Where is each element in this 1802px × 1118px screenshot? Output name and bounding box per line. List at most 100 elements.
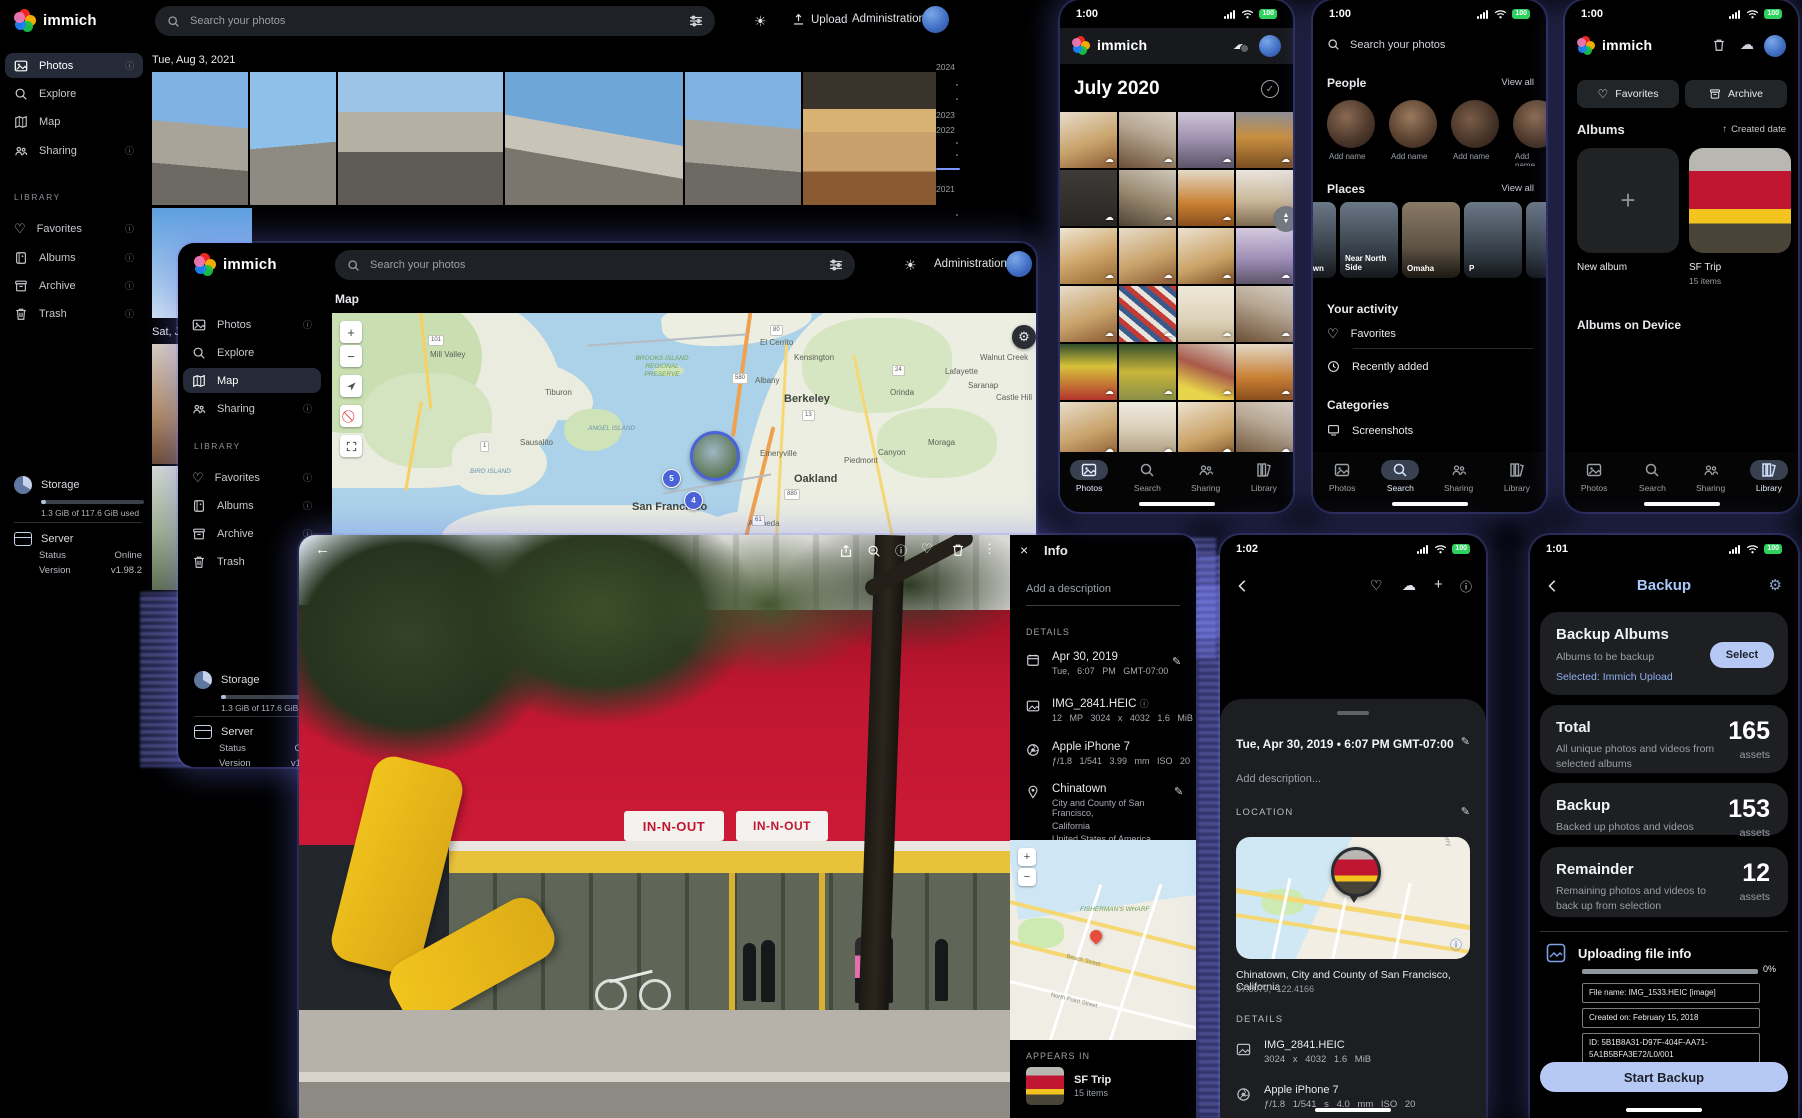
user-avatar[interactable] xyxy=(1764,35,1786,57)
sidebar-item-archive[interactable]: Archiveⓘ xyxy=(5,273,143,298)
start-backup-button[interactable]: Start Backup xyxy=(1540,1062,1788,1092)
more-options-icon[interactable]: ⋮ xyxy=(983,541,996,557)
people-view-all-link[interactable]: View all xyxy=(1501,77,1534,88)
map-zoom-in-button[interactable]: + xyxy=(340,321,362,343)
photo-thumbnail[interactable]: ☁ xyxy=(1178,344,1235,400)
sidebar-item-map[interactable]: Map xyxy=(183,368,321,393)
nav-tab-library[interactable]: Library xyxy=(1750,460,1788,493)
map-locate-button[interactable] xyxy=(340,375,362,397)
photo-thumbnail[interactable]: ☁ xyxy=(1119,402,1176,458)
user-avatar[interactable] xyxy=(922,6,949,33)
administration-link[interactable]: Administration xyxy=(934,258,1007,270)
minimap-zoom-out-button[interactable]: − xyxy=(1018,868,1036,886)
person-face[interactable] xyxy=(1451,100,1499,148)
photo-thumbnail[interactable]: ☁ xyxy=(1060,112,1117,168)
select-button[interactable]: Select xyxy=(1710,642,1774,668)
nav-tab-photos[interactable]: Photos xyxy=(1323,460,1361,493)
person-face[interactable] xyxy=(1389,100,1437,148)
asset-coordinates[interactable]: 37.8079, -122.4166 xyxy=(1236,984,1314,994)
add-name-link[interactable]: Add name xyxy=(1391,152,1427,161)
sidebar-item-trash[interactable]: Trashⓘ xyxy=(5,301,143,326)
photo-thumbnail[interactable] xyxy=(250,72,336,205)
recently-added-row[interactable]: Recently added xyxy=(1327,360,1428,373)
upload-button[interactable]: Upload xyxy=(792,13,847,26)
filter-sliders-icon[interactable] xyxy=(829,259,843,271)
nav-tab-photos[interactable]: Photos xyxy=(1575,460,1613,493)
archive-button[interactable]: Archive xyxy=(1685,80,1787,108)
filter-sliders-icon[interactable] xyxy=(689,15,703,27)
place-tile[interactable]: P xyxy=(1464,202,1522,278)
photo-thumbnail[interactable]: ☁ xyxy=(1236,112,1293,168)
description-input[interactable]: Add description... xyxy=(1236,773,1321,785)
photo-thumbnail[interactable]: ☁ xyxy=(1119,112,1176,168)
info-icon[interactable]: ⓘ xyxy=(303,471,312,484)
settings-gear-icon[interactable]: ⚙ xyxy=(1769,576,1782,594)
user-avatar[interactable] xyxy=(1259,35,1281,57)
map-settings-gear-icon[interactable]: ⚙ xyxy=(1012,325,1036,349)
photo-thumbnail[interactable] xyxy=(803,72,936,205)
favorite-heart-icon[interactable]: ♡ xyxy=(921,541,933,557)
sidebar-item-explore[interactable]: Explore xyxy=(5,81,143,106)
sidebar-item-map[interactable]: Map xyxy=(5,109,143,134)
photo-thumbnail[interactable]: ☁ xyxy=(1119,170,1176,226)
administration-link[interactable]: Administration xyxy=(852,13,925,25)
place-tile[interactable]: Chinatown xyxy=(1313,202,1336,278)
photo-thumbnail[interactable] xyxy=(685,72,801,205)
map-date-filter-button[interactable]: ⃠ xyxy=(340,405,362,427)
zoom-icon[interactable] xyxy=(867,544,881,558)
search-input[interactable]: Search your photos xyxy=(1327,38,1445,51)
add-name-link[interactable]: Add name xyxy=(1329,152,1365,161)
place-tile[interactable] xyxy=(1526,202,1546,278)
map-attribution-info-icon[interactable]: ⓘ xyxy=(1450,936,1462,953)
nav-tab-sharing[interactable]: Sharing xyxy=(1187,460,1225,493)
add-plus-icon[interactable]: + xyxy=(1434,576,1443,593)
immich-logo[interactable]: immich xyxy=(194,253,277,275)
back-chevron-icon[interactable] xyxy=(1236,579,1250,593)
sidebar-item-photos[interactable]: Photosⓘ xyxy=(5,53,143,78)
search-input[interactable]: Search your photos xyxy=(335,250,855,280)
select-all-check-icon[interactable]: ✓ xyxy=(1261,80,1279,98)
sidebar-item-sharing[interactable]: Sharingⓘ xyxy=(183,396,321,421)
place-tile[interactable]: Omaha xyxy=(1402,202,1460,278)
favorites-button[interactable]: ♡Favorites xyxy=(1577,80,1679,108)
sidebar-item-albums[interactable]: Albumsⓘ xyxy=(183,493,321,518)
info-icon[interactable]: ⓘ xyxy=(125,144,134,157)
add-name-link[interactable]: Add name xyxy=(1515,152,1546,166)
photo-thumbnail[interactable]: ☁ xyxy=(1236,286,1293,342)
photo-thumbnail[interactable]: ☁ xyxy=(1236,402,1293,458)
trash-icon[interactable] xyxy=(1712,38,1726,52)
sidebar-item-sharing[interactable]: Sharingⓘ xyxy=(5,138,143,163)
sidebar-item-photos[interactable]: Photosⓘ xyxy=(183,312,321,337)
favorite-heart-icon[interactable]: ♡ xyxy=(1370,577,1383,594)
photo-thumbnail[interactable] xyxy=(338,72,503,205)
sidebar-item-favorites[interactable]: ♡ Favoritesⓘ xyxy=(5,216,143,241)
sidebar-item-explore[interactable]: Explore xyxy=(183,340,321,365)
photo-thumbnail[interactable]: ☁ xyxy=(1236,344,1293,400)
nav-tab-sharing[interactable]: Sharing xyxy=(1692,460,1730,493)
info-icon[interactable]: ⓘ xyxy=(125,279,134,292)
close-icon[interactable]: × xyxy=(1020,542,1028,558)
nav-tab-search[interactable]: Search xyxy=(1128,460,1166,493)
photo-thumbnail[interactable]: ☁ xyxy=(1178,112,1235,168)
map-cluster-marker[interactable]: 5 xyxy=(662,469,681,488)
info-icon[interactable]: ⓘ xyxy=(303,318,312,331)
new-album-tile[interactable]: + xyxy=(1577,148,1679,253)
album-tile-sf-trip[interactable] xyxy=(1689,148,1791,253)
nav-tab-search[interactable]: Search xyxy=(1381,460,1419,493)
album-sort-control[interactable]: ↑Created date xyxy=(1722,124,1786,135)
drag-handle[interactable] xyxy=(1337,711,1369,715)
description-input[interactable]: Add a description xyxy=(1026,583,1111,595)
person-face[interactable] xyxy=(1513,100,1546,148)
nav-tab-library[interactable]: Library xyxy=(1498,460,1536,493)
map-zoom-out-button[interactable]: − xyxy=(340,345,362,367)
nav-tab-sharing[interactable]: Sharing xyxy=(1440,460,1478,493)
edit-date-pencil-icon[interactable]: ✎ xyxy=(1461,735,1470,748)
photo-thumbnail[interactable]: ☁ xyxy=(1060,344,1117,400)
info-icon[interactable]: ⓘ xyxy=(125,251,134,264)
file-info-icon[interactable]: ⓘ xyxy=(1140,699,1149,709)
sidebar-item-albums[interactable]: Albumsⓘ xyxy=(5,245,143,270)
nav-tab-search[interactable]: Search xyxy=(1633,460,1671,493)
edit-location-pencil-icon[interactable]: ✎ xyxy=(1461,805,1470,818)
cloud-upload-icon[interactable]: ☁ xyxy=(1402,577,1416,594)
info-icon[interactable]: ⓘ xyxy=(303,499,312,512)
